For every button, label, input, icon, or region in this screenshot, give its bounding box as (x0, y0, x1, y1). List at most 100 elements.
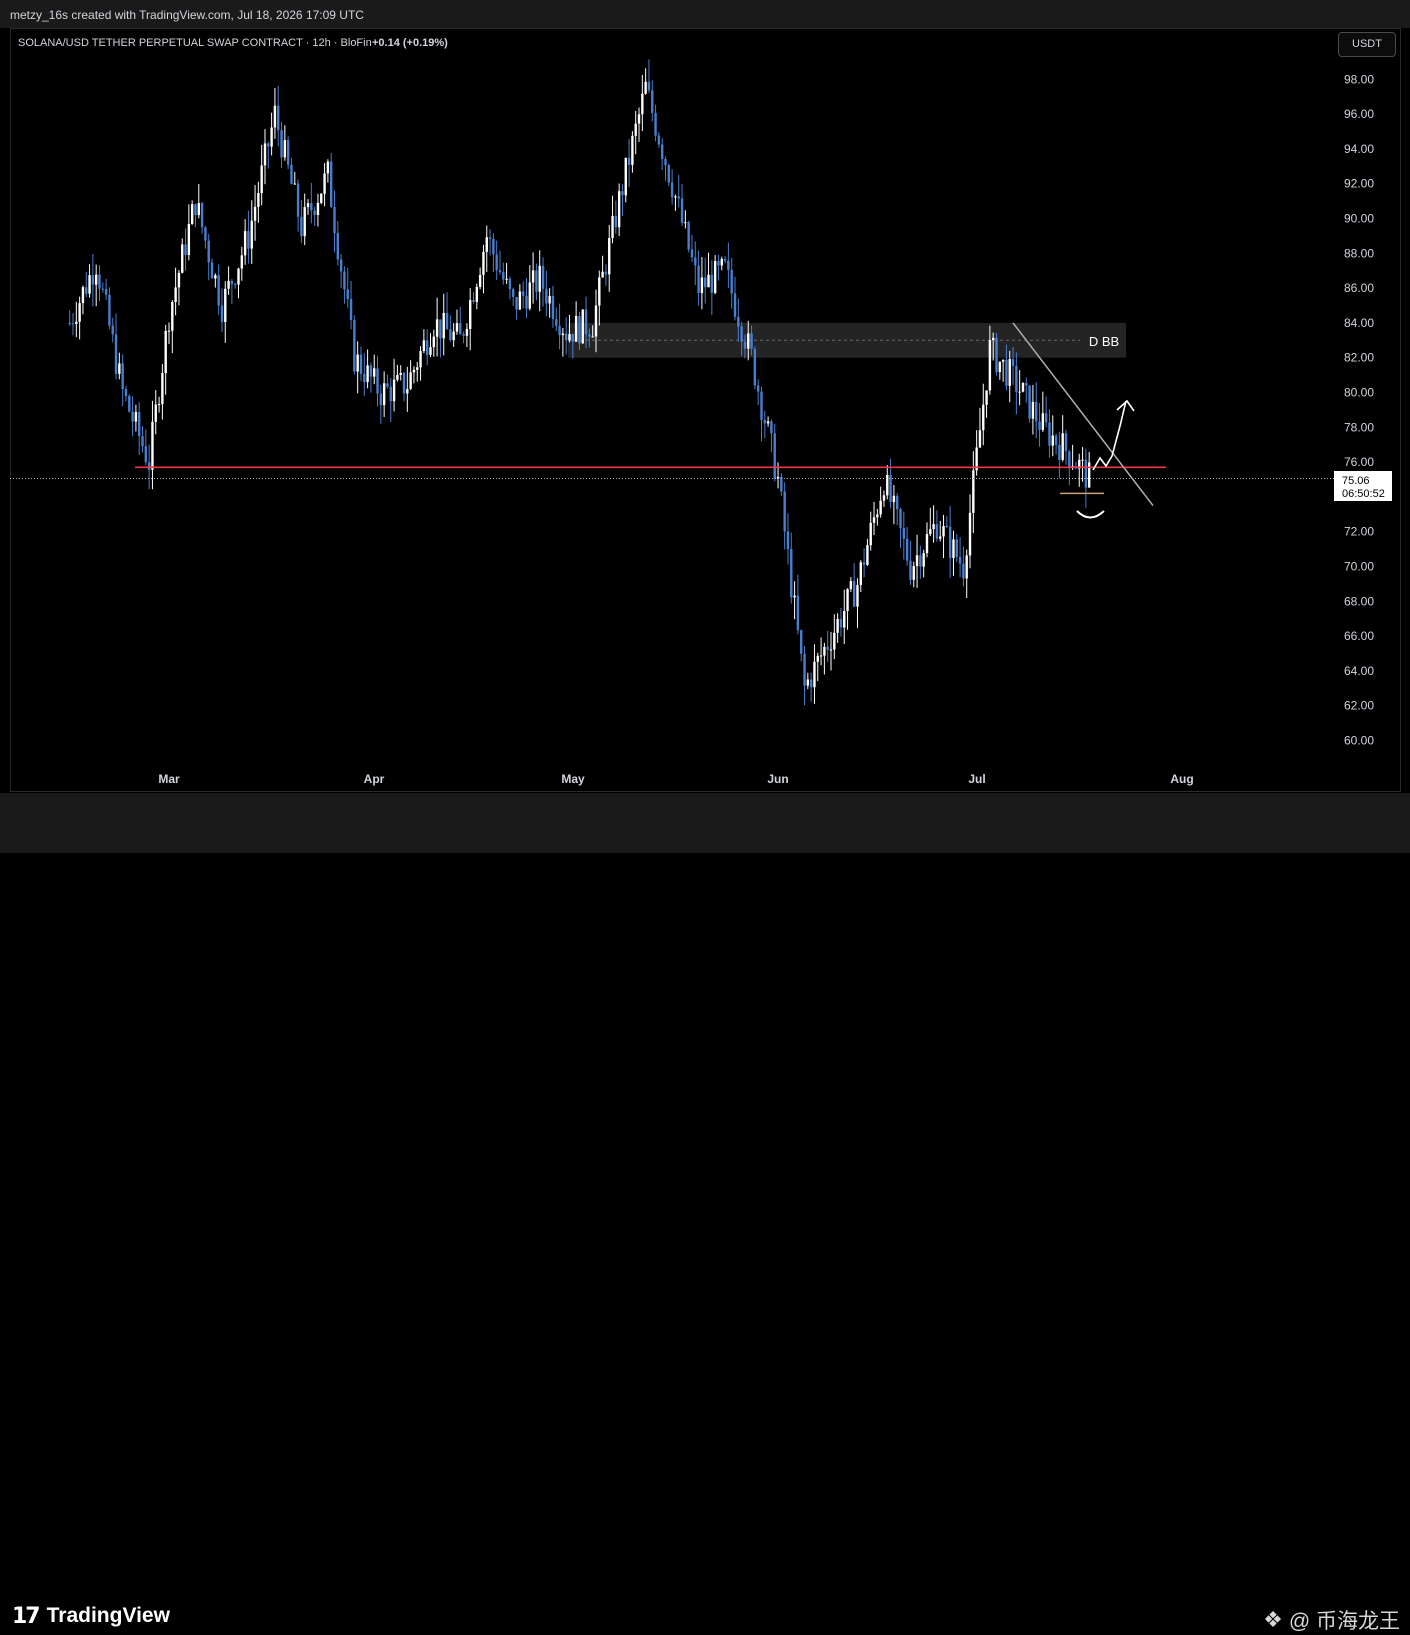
y-tick-label: 66.00 (1344, 629, 1374, 643)
candle-body (416, 367, 419, 370)
candle-body (197, 203, 200, 216)
candle-body (809, 679, 813, 688)
candle-body (790, 548, 793, 598)
candle-body (925, 534, 929, 554)
candle-body (290, 164, 293, 184)
candle-body (250, 220, 253, 249)
candle-body (912, 566, 915, 580)
candle-body (690, 249, 694, 258)
candle-body (240, 255, 244, 269)
candle-body (396, 374, 399, 380)
candle-body (363, 373, 366, 383)
candle-body (882, 495, 886, 501)
candle-body (1005, 359, 1008, 386)
candle-body (617, 191, 621, 228)
candle-body (704, 277, 707, 288)
candle-body (154, 404, 157, 422)
candle-body (303, 207, 306, 237)
candle-body (267, 143, 270, 147)
candle-body (343, 271, 346, 290)
candle-body (452, 331, 455, 341)
projection-path (1092, 400, 1127, 471)
candle-body (991, 337, 995, 340)
candle-body (899, 509, 902, 529)
candle-body (485, 237, 488, 252)
candle-body (945, 525, 949, 527)
candle-body (594, 305, 598, 337)
candle-body (535, 270, 538, 292)
candle-body (1068, 451, 1071, 467)
smile-curve (1076, 510, 1105, 519)
x-tick-label: Jun (767, 772, 788, 786)
candle-body (902, 528, 906, 539)
y-tick-label: 62.00 (1344, 699, 1374, 713)
candle-body (1035, 401, 1038, 422)
candle-body (740, 326, 743, 342)
zone-label: D BB (1089, 334, 1119, 349)
y-tick-label: 88.00 (1344, 246, 1374, 260)
candle-body (627, 157, 631, 165)
candle-body (1031, 401, 1035, 419)
candle-body (952, 539, 955, 559)
candle-body (892, 495, 896, 503)
price-chart[interactable]: 98.00 96.00 94.00 92.00 90.00 88.00 86.00 84.00… (0, 0, 1410, 853)
candle-body (88, 275, 91, 294)
candle-body (128, 396, 131, 412)
candle-body (647, 81, 651, 91)
candle-body (565, 333, 568, 341)
candle-body (151, 421, 154, 470)
candle-body (826, 646, 829, 650)
candle-body (720, 258, 723, 266)
candle-body (1018, 391, 1021, 393)
candle-body (498, 270, 502, 273)
y-tick-label: 68.00 (1344, 594, 1374, 608)
candle-body (134, 412, 138, 422)
candle-body (91, 275, 95, 285)
x-tick-label: Apr (364, 772, 385, 786)
candle-body (227, 280, 230, 289)
candle-body (177, 272, 181, 288)
candle-body (747, 333, 750, 349)
tradingview-logo-icon: 17 (12, 1603, 41, 1629)
candle-body (624, 157, 627, 196)
candle-body (982, 404, 985, 431)
candle-body (462, 334, 465, 336)
candle-body (263, 143, 267, 166)
candle-body (389, 386, 392, 402)
candle-body (1054, 435, 1058, 445)
candle-body (578, 316, 581, 344)
candle-body (1048, 422, 1051, 446)
candle-body (780, 476, 783, 492)
tradingview-logo[interactable]: 17 TradingView (12, 1603, 170, 1629)
candle-body (932, 524, 935, 530)
candle-body (922, 553, 925, 567)
candle-body (161, 373, 164, 405)
candle-body (968, 512, 972, 556)
candle-body (737, 316, 740, 327)
candle-body (694, 257, 697, 266)
candle-body (651, 90, 654, 113)
candle-body (644, 81, 647, 94)
candle-body (386, 383, 389, 387)
candle-body (664, 158, 667, 166)
candle-body (200, 203, 204, 228)
candle-body (723, 258, 727, 261)
candle-body (800, 630, 803, 654)
candle-body (786, 531, 790, 549)
candle-body (733, 293, 737, 317)
y-tick-label: 70.00 (1344, 560, 1374, 574)
candle-body (230, 280, 234, 285)
candle-body (310, 203, 313, 211)
candle-body (349, 299, 353, 320)
candle-body (1044, 413, 1048, 423)
candle-body (181, 244, 184, 273)
candle-body (85, 287, 88, 294)
candle-body (541, 265, 545, 289)
candle-body (114, 334, 118, 374)
tradingview-logo-text: TradingView (46, 1604, 170, 1627)
candle-body (300, 216, 303, 237)
candle-body (141, 436, 144, 447)
candle-body (224, 288, 227, 322)
candle-body (955, 539, 958, 557)
y-tick-label: 76.00 (1344, 455, 1374, 469)
